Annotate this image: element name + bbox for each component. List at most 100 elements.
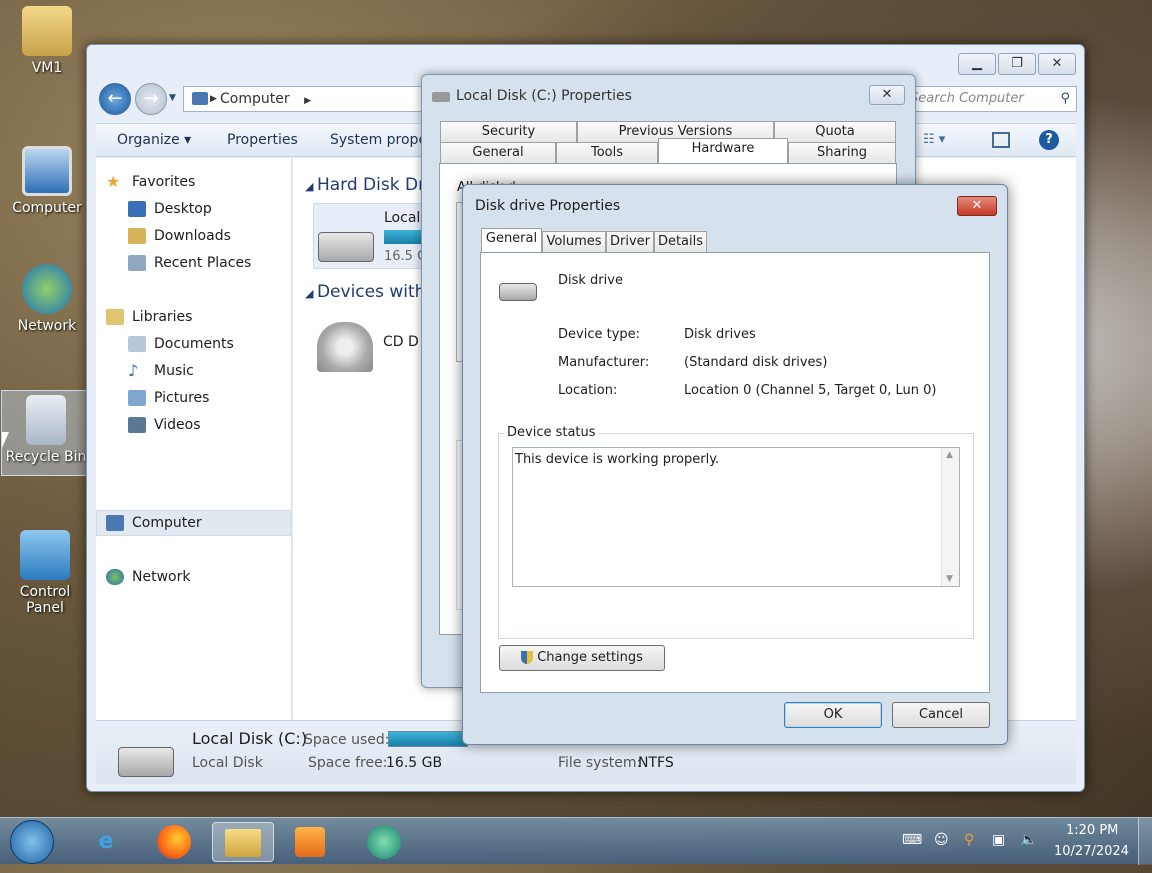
device-status-textbox[interactable]: This device is working properly. ▲ ▼	[512, 447, 960, 587]
preview-pane-icon[interactable]	[992, 132, 1010, 148]
nav-documents[interactable]: Documents	[128, 336, 234, 352]
internet-explorer-icon[interactable]: e	[80, 822, 132, 862]
properties-button[interactable]: Properties	[227, 132, 298, 148]
maximize-button[interactable]: ❐	[998, 53, 1036, 75]
tab-general[interactable]: General	[481, 228, 542, 253]
ok-button[interactable]: OK	[784, 702, 882, 728]
chevron-down-icon[interactable]: ▼	[169, 93, 176, 103]
section-hard-disk-drives[interactable]: ◢ Hard Disk Dr	[305, 175, 425, 195]
windows-explorer-icon[interactable]	[212, 822, 274, 862]
hard-drive-icon	[118, 747, 174, 777]
section-devices-removable[interactable]: ◢ Devices with	[305, 282, 425, 302]
close-button[interactable]: ✕	[957, 196, 997, 216]
tab-sharing[interactable]: Sharing	[788, 142, 896, 164]
desktop-icon-recycle-bin[interactable]: Recycle Bin	[1, 390, 91, 476]
help-icon[interactable]: ?	[1039, 130, 1059, 150]
hard-drive-icon	[318, 232, 374, 262]
network-icon	[106, 569, 124, 585]
view-options-icon[interactable]: ☷ ▾	[923, 132, 945, 147]
nav-videos[interactable]: Videos	[128, 417, 201, 433]
details-drive-type: Local Disk	[192, 755, 263, 771]
start-button[interactable]	[10, 820, 54, 864]
tab-volumes[interactable]: Volumes	[542, 231, 606, 253]
desktop-icon-vm1[interactable]: VM1	[2, 6, 92, 76]
tab-tools[interactable]: Tools	[556, 142, 658, 164]
network-status-icon[interactable]: ▣	[992, 832, 1005, 848]
scroll-up-icon[interactable]: ▲	[946, 450, 953, 460]
nav-pictures[interactable]: Pictures	[128, 390, 209, 406]
change-settings-button[interactable]: Change settings	[499, 645, 665, 671]
cancel-button[interactable]: Cancel	[892, 702, 990, 728]
nav-desktop[interactable]: Desktop	[128, 201, 212, 217]
desktop-icon-label: Network	[17, 318, 77, 334]
breadcrumb-arrow-icon[interactable]: ▶	[304, 96, 311, 106]
scroll-down-icon[interactable]: ▼	[946, 574, 953, 584]
forward-button[interactable]: →	[135, 83, 167, 115]
nav-libraries[interactable]: Libraries	[106, 309, 192, 325]
clock-date[interactable]: 10/27/2024	[1054, 844, 1129, 859]
nav-music[interactable]: ♪ Music	[128, 363, 194, 380]
volume-icon[interactable]: 🔈	[1020, 832, 1037, 848]
mouse-pointer-icon	[2, 432, 9, 448]
device-type-value: Disk drives	[684, 327, 756, 342]
app-icon[interactable]	[358, 822, 410, 862]
minimize-button[interactable]: ▁	[958, 53, 996, 75]
search-tray-icon[interactable]: ⚲	[964, 832, 974, 848]
nav-network[interactable]: Network	[106, 569, 190, 585]
search-icon[interactable]: ⚲	[1060, 87, 1070, 111]
media-player-icon[interactable]	[284, 822, 336, 862]
libraries-icon	[106, 309, 124, 325]
desktop-icon-label: VM1	[31, 60, 63, 76]
tab-details[interactable]: Details	[654, 231, 707, 253]
firefox-icon[interactable]	[148, 822, 200, 862]
close-button[interactable]: ✕	[1038, 53, 1076, 75]
system-properties-button[interactable]: System prope	[330, 132, 427, 148]
tab-driver[interactable]: Driver	[606, 231, 654, 253]
tray-app-icon[interactable]: ☺	[934, 832, 949, 848]
file-system-label: File system:	[558, 755, 642, 771]
nav-downloads[interactable]: Downloads	[128, 228, 231, 244]
cd-drive-icon	[317, 322, 373, 372]
user-folder-icon	[22, 6, 72, 56]
window-title: Local Disk (C:) Properties	[456, 88, 632, 104]
device-type-label: Device type:	[558, 327, 641, 342]
tab-security[interactable]: Security	[440, 121, 577, 143]
search-input[interactable]: Search Computer ⚲	[897, 86, 1077, 112]
location-value: Location 0 (Channel 5, Target 0, Lun 0)	[684, 383, 937, 398]
breadcrumb-computer[interactable]: Computer	[220, 91, 290, 107]
tab-quota[interactable]: Quota	[774, 121, 896, 143]
nav-computer[interactable]: Computer	[106, 515, 202, 531]
desktop-icon	[128, 201, 146, 217]
clock-time[interactable]: 1:20 PM	[1066, 823, 1118, 838]
keyboard-icon[interactable]: ⌨	[902, 832, 922, 848]
drive-tile-local-disk[interactable]: Local 16.5 G	[313, 203, 434, 269]
close-button[interactable]: ✕	[869, 85, 905, 105]
desktop-icon-network[interactable]: Network	[2, 264, 92, 334]
navigation-pane: ★ Favorites Desktop Downloads Recent Plac…	[96, 158, 292, 720]
tab-general[interactable]: General	[440, 142, 556, 164]
dialog-title: Disk drive Properties	[475, 198, 621, 214]
nav-recent-places[interactable]: Recent Places	[128, 255, 251, 271]
control-panel-icon	[20, 530, 70, 580]
space-used-bar	[388, 731, 468, 747]
organize-button[interactable]: Organize ▾	[117, 132, 191, 148]
desktop-icon-label: Control Panel	[19, 584, 71, 616]
file-system-value: NTFS	[638, 755, 674, 771]
drive-name: CD D	[383, 334, 419, 350]
desktop-icon-computer[interactable]: Computer	[2, 146, 92, 216]
computer-small-icon	[192, 92, 208, 105]
tab-hardware[interactable]: Hardware	[658, 138, 788, 163]
nav-favorites[interactable]: ★ Favorites	[106, 172, 195, 191]
desktop-icon-control-panel[interactable]: Control Panel	[0, 530, 90, 616]
computer-icon	[106, 515, 124, 531]
pictures-icon	[128, 390, 146, 406]
taskbar: e ⌨ ☺ ⚲ ▣ 🔈 1:20 PM 10/27/2024	[0, 817, 1152, 865]
star-icon: ★	[106, 172, 121, 191]
drive-tile-cd[interactable]: CD D	[313, 318, 433, 378]
downloads-icon	[128, 228, 146, 244]
manufacturer-label: Manufacturer:	[558, 355, 650, 370]
show-desktop-button[interactable]	[1138, 818, 1152, 865]
back-button[interactable]: ←	[99, 83, 131, 115]
device-name: Disk drive	[558, 273, 623, 288]
scrollbar[interactable]: ▲ ▼	[941, 448, 959, 586]
